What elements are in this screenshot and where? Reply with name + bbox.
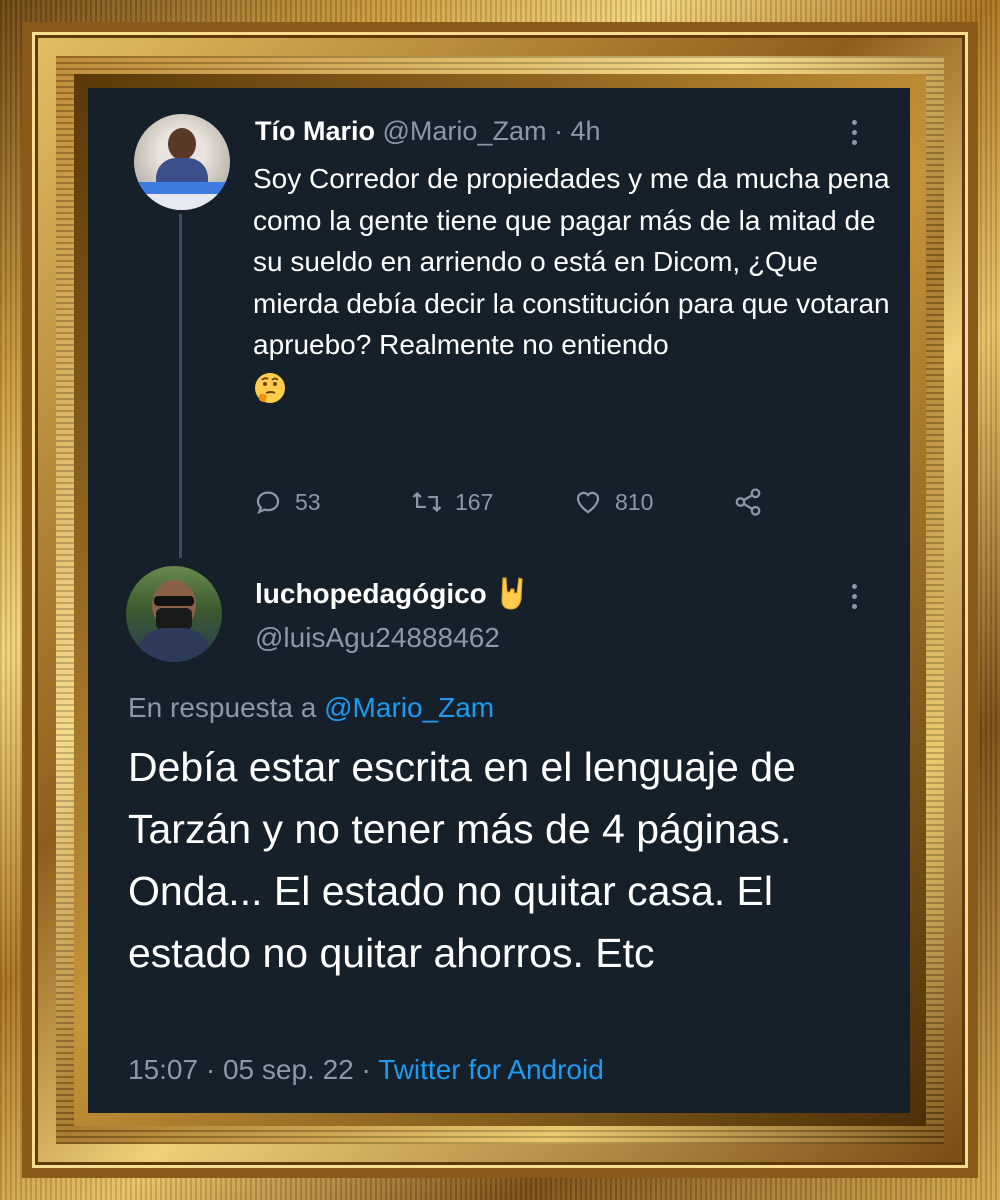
reply-source-link[interactable]: Twitter for Android (378, 1054, 604, 1085)
thread-connector-line (179, 214, 182, 558)
share-icon (735, 488, 761, 516)
retweet-icon (412, 491, 442, 513)
reply-button[interactable]: 53 (253, 484, 321, 520)
tweet-text-body: Soy Corredor de propiedades y me da much… (253, 163, 890, 360)
share-button[interactable] (733, 484, 775, 520)
tweet-age[interactable]: 4h (571, 116, 601, 146)
reply-date[interactable]: 05 sep. 22 (223, 1054, 354, 1085)
like-count: 810 (615, 488, 654, 515)
reply-author-name[interactable]: luchopedagógico (255, 576, 531, 610)
reply-meta: 15:07 · 05 sep. 22 · Twitter for Android (128, 1054, 604, 1086)
thinking-face-icon (255, 373, 285, 404)
reply-text: Debía estar escrita en el lenguaje de Ta… (128, 744, 796, 976)
replying-to-prefix: En respuesta a (128, 692, 317, 723)
tweet-panel: Tío Mario @Mario_Zam · 4h Soy Corredor d… (88, 88, 910, 1113)
author-handle[interactable]: @Mario_Zam (383, 116, 547, 146)
author-name[interactable]: Tío Mario (255, 116, 375, 146)
reply-author-name-text: luchopedagógico (255, 578, 487, 609)
retweet-button[interactable]: 167 (411, 484, 493, 520)
reply-count: 53 (295, 488, 321, 515)
reply-more-icon[interactable] (852, 584, 860, 612)
replying-to: En respuesta a @Mario_Zam (128, 692, 494, 724)
retweet-count: 167 (455, 488, 494, 515)
more-icon[interactable] (852, 120, 860, 148)
meta-separator-1: · (205, 1054, 216, 1085)
reply-icon (256, 491, 280, 515)
sign-of-the-horns-icon (501, 576, 523, 610)
dot-separator: · (553, 116, 563, 146)
avatar-tio-mario[interactable] (134, 114, 230, 210)
tweet-header: Tío Mario @Mario_Zam · 4h (255, 116, 601, 147)
like-button[interactable]: 810 (573, 484, 653, 520)
replying-to-handle-link[interactable]: @Mario_Zam (324, 692, 494, 723)
reply-time[interactable]: 15:07 (128, 1054, 198, 1085)
tweet-text: Soy Corredor de propiedades y me da much… (253, 158, 893, 407)
meta-separator-2: · (361, 1054, 371, 1085)
like-icon (576, 491, 600, 514)
reply-author-handle[interactable]: @luisAgu24888462 (255, 622, 500, 654)
avatar-luchopedagogico[interactable] (126, 566, 222, 662)
